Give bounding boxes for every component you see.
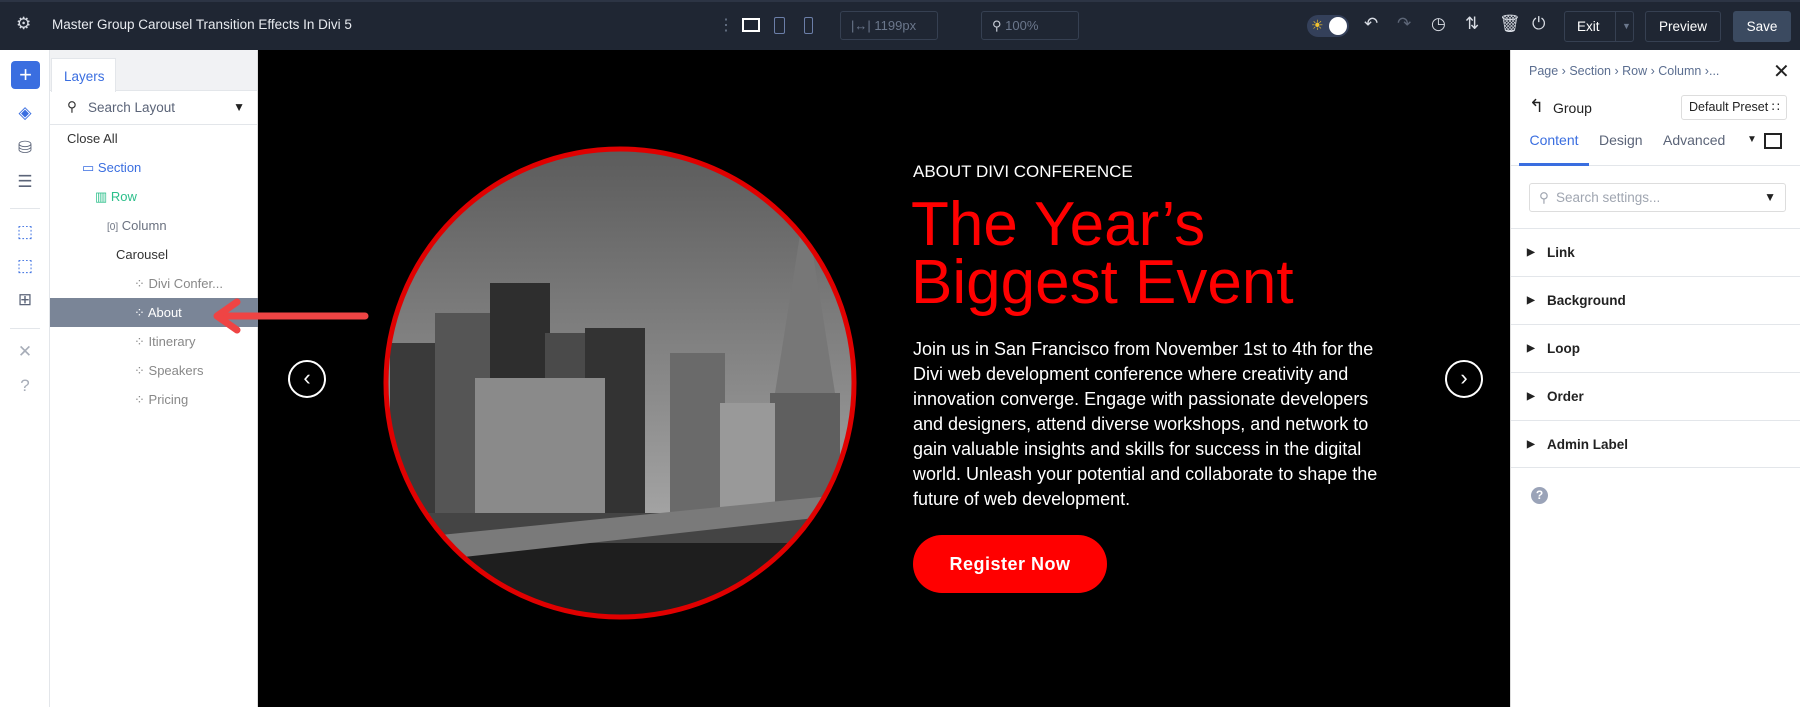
layer-row[interactable]: ▥ Row bbox=[50, 182, 258, 211]
register-now-button[interactable]: Register Now bbox=[913, 535, 1107, 593]
tab-content[interactable]: Content bbox=[1519, 115, 1589, 166]
chevron-right-icon: › bbox=[1460, 365, 1468, 390]
layer-group[interactable]: ⁘ Pricing bbox=[50, 385, 258, 414]
caret-right-icon: ▶ bbox=[1527, 391, 1535, 402]
desktop-view-icon[interactable] bbox=[742, 18, 760, 32]
canvas-width-input[interactable]: |↔| 1199px bbox=[840, 11, 938, 40]
preview-layout-icon[interactable]: ⊞ bbox=[12, 290, 38, 310]
canvas: ‹ › ABOUT DIVI CONFERENCE The Year’s Bigg… bbox=[258, 50, 1510, 707]
preset-icon: ∷ bbox=[1771, 100, 1780, 114]
tools-icon[interactable]: ✕ bbox=[12, 342, 38, 362]
trash-icon[interactable]: 🗑 bbox=[1499, 14, 1521, 34]
theme-toggle[interactable]: ☀ bbox=[1307, 15, 1349, 37]
exit-dropdown-icon[interactable]: ▼ bbox=[1615, 12, 1631, 41]
carousel-next-button[interactable]: › bbox=[1445, 360, 1483, 398]
caret-right-icon: ▶ bbox=[1527, 247, 1535, 258]
settings-panel: Page › Section › Row › Column ›... ✕ ↰ G… bbox=[1510, 50, 1800, 707]
add-module-button[interactable]: + bbox=[11, 61, 40, 89]
caret-right-icon: ▶ bbox=[1527, 343, 1535, 354]
section-icon: ▭ bbox=[82, 160, 95, 175]
chevron-left-icon: ‹ bbox=[303, 365, 311, 390]
sun-icon: ☀ bbox=[1311, 17, 1324, 33]
undo-icon[interactable]: ↶ bbox=[1364, 14, 1378, 34]
caret-right-icon: ▶ bbox=[1527, 439, 1535, 450]
tab-design[interactable]: Design bbox=[1599, 115, 1643, 165]
search-icon: ⚲ bbox=[67, 99, 77, 114]
phone-view-icon[interactable] bbox=[804, 17, 813, 34]
width-icon: |↔| bbox=[851, 18, 871, 33]
group-icon: ⁘ bbox=[134, 305, 145, 320]
back-icon[interactable]: ↰ bbox=[1529, 96, 1544, 117]
group-icon: ⁘ bbox=[134, 392, 145, 407]
divider bbox=[10, 208, 40, 209]
group-loop[interactable]: ▶ Loop bbox=[1511, 324, 1800, 372]
toggle-knob bbox=[1329, 17, 1347, 35]
multi-select-icon[interactable]: ⬚ bbox=[12, 256, 38, 276]
layers-tabbar: Layers bbox=[50, 50, 257, 92]
page-title: Master Group Carousel Transition Effects… bbox=[52, 17, 352, 32]
module-title: Group bbox=[1553, 100, 1592, 116]
more-vertical-icon[interactable]: ⋮ bbox=[718, 15, 734, 35]
layer-column[interactable]: [0] Column bbox=[50, 211, 258, 240]
slide-body: Join us in San Francisco from November 1… bbox=[913, 339, 1378, 509]
column-icon: [0] bbox=[107, 222, 119, 233]
settings-tabs: Content Design Advanced ▼ bbox=[1511, 115, 1800, 166]
layer-group[interactable]: ⁘ Divi Confer... bbox=[50, 269, 258, 298]
top-toolbar: ⚙ Master Group Carousel Transition Effec… bbox=[0, 0, 1800, 50]
layer-group[interactable]: ⁘ Speakers bbox=[50, 356, 258, 385]
history-icon[interactable]: ◷ bbox=[1431, 14, 1446, 34]
layers-icon[interactable]: ◈ bbox=[12, 103, 38, 123]
zoom-search-icon: ⚲ bbox=[992, 18, 1002, 33]
tab-layers[interactable]: Layers bbox=[51, 58, 116, 92]
group-icon: ⁘ bbox=[134, 276, 145, 291]
settings-gear-icon[interactable]: ⚙ bbox=[16, 14, 31, 34]
power-icon[interactable]: ⏻ bbox=[1532, 14, 1545, 34]
select-icon[interactable]: ⬚ bbox=[12, 222, 38, 242]
filter-icon[interactable]: ▼ bbox=[233, 100, 245, 114]
help-icon[interactable]: ? bbox=[1531, 487, 1548, 504]
zoom-input[interactable]: ⚲ 100% bbox=[981, 11, 1079, 40]
preview-button[interactable]: Preview bbox=[1645, 11, 1721, 42]
dropdown-icon[interactable]: ▼ bbox=[1747, 115, 1757, 165]
redo-icon[interactable]: ↷ bbox=[1397, 14, 1411, 34]
city-image bbox=[383, 146, 857, 620]
slide-heading: The Year’s Biggest Event bbox=[911, 190, 1294, 317]
divider bbox=[10, 328, 40, 329]
layers-search-input[interactable]: ⚲ Search Layout ▼ bbox=[50, 91, 257, 125]
tablet-view-icon[interactable] bbox=[774, 17, 785, 34]
settings-search-input[interactable]: ⚲ Search settings... ▼ bbox=[1529, 183, 1786, 212]
row-icon: ▥ bbox=[95, 189, 108, 204]
left-rail: + ◈ ⛁ ☰ ⬚ ⬚ ⊞ ✕ ? bbox=[0, 50, 50, 707]
carousel-prev-button[interactable]: ‹ bbox=[288, 360, 326, 398]
save-button[interactable]: Save bbox=[1733, 11, 1791, 42]
group-admin-label[interactable]: ▶ Admin Label bbox=[1511, 420, 1800, 468]
caret-right-icon: ▶ bbox=[1527, 295, 1535, 306]
group-background[interactable]: ▶ Background bbox=[1511, 276, 1800, 324]
layers-panel: Layers ⚲ Search Layout ▼ Close All ▭ Sec… bbox=[50, 50, 258, 707]
layer-section[interactable]: ▭ Section bbox=[50, 153, 258, 182]
sort-icon[interactable]: ⇅ bbox=[1465, 14, 1479, 34]
search-icon: ⚲ bbox=[1539, 190, 1549, 205]
layer-carousel[interactable]: Carousel bbox=[50, 240, 258, 269]
list-icon[interactable]: ☰ bbox=[12, 172, 38, 192]
help-icon[interactable]: ? bbox=[12, 376, 38, 396]
group-icon: ⁘ bbox=[134, 334, 145, 349]
group-link[interactable]: ▶ Link bbox=[1511, 228, 1800, 276]
group-icon: ⁘ bbox=[134, 363, 145, 378]
exit-button[interactable]: Exit ▼ bbox=[1564, 11, 1634, 42]
filter-icon[interactable]: ▼ bbox=[1764, 184, 1776, 211]
database-icon[interactable]: ⛁ bbox=[12, 138, 38, 158]
breadcrumb: Page › Section › Row › Column ›... bbox=[1529, 64, 1720, 78]
close-all-button[interactable]: Close All bbox=[50, 124, 258, 153]
annotation-arrow-icon bbox=[213, 298, 369, 334]
slide-eyebrow: ABOUT DIVI CONFERENCE bbox=[913, 162, 1133, 181]
group-order[interactable]: ▶ Order bbox=[1511, 372, 1800, 420]
tab-advanced[interactable]: Advanced bbox=[1663, 115, 1725, 165]
close-icon[interactable]: ✕ bbox=[1773, 59, 1790, 84]
view-mode-icon[interactable] bbox=[1764, 133, 1782, 149]
